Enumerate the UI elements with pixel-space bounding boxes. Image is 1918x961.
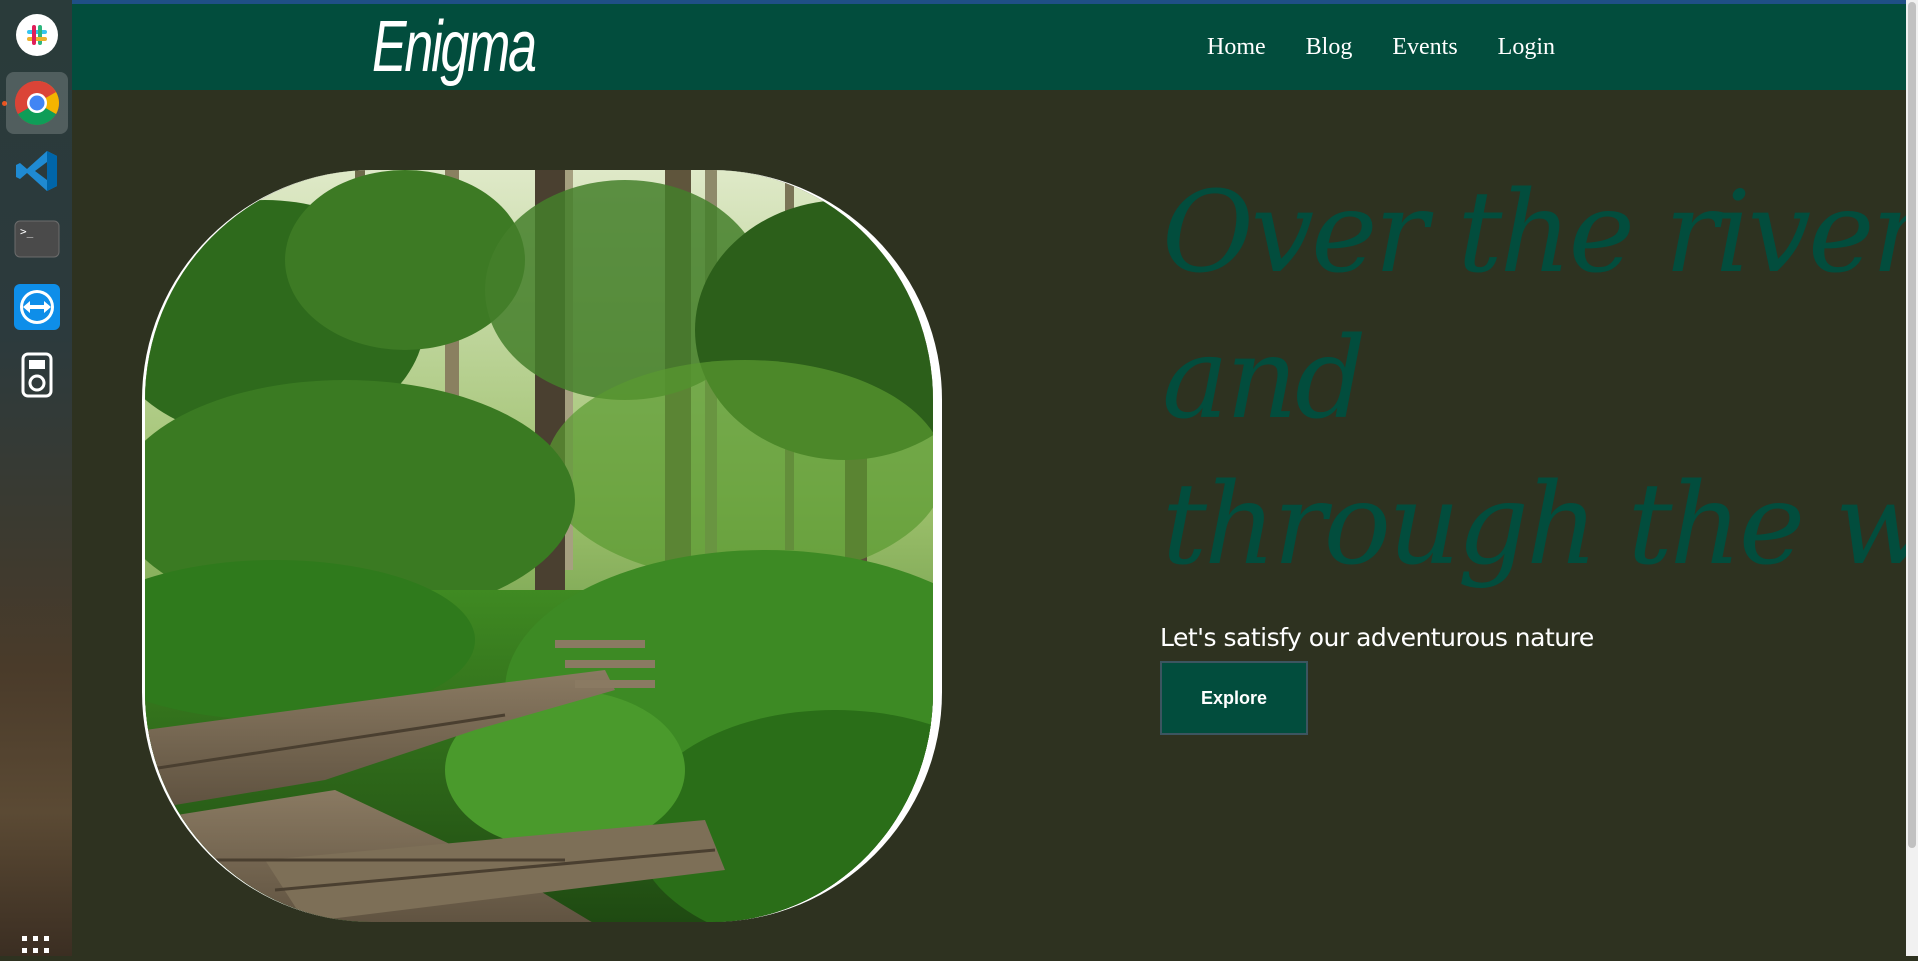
- ubuntu-dock: >_: [0, 0, 72, 956]
- ipod-icon: [21, 352, 53, 398]
- hero-image: [142, 170, 942, 922]
- show-applications-button[interactable]: [20, 934, 52, 956]
- nav-login-link[interactable]: Login: [1498, 31, 1555, 63]
- apps-grid-icon: [22, 936, 49, 953]
- web-page: Enigma Home Blog Events Login Over the r…: [72, 0, 1906, 956]
- dock-app-teamviewer[interactable]: [6, 276, 68, 338]
- terminal-icon: >_: [14, 220, 60, 258]
- navbar: Enigma Home Blog Events Login: [72, 4, 1906, 90]
- brand-logo[interactable]: Enigma: [372, 4, 537, 90]
- headline-line-1: Over the river: [1162, 168, 1906, 298]
- page-scrollbar[interactable]: [1906, 0, 1918, 956]
- headline-line-3: through the woods.: [1162, 460, 1906, 590]
- scrollbar-thumb[interactable]: [1908, 2, 1916, 848]
- dock-app-chrome[interactable]: [6, 72, 68, 134]
- svg-text:>_: >_: [20, 225, 34, 238]
- headline-line-2: and: [1162, 314, 1367, 444]
- dock-app-terminal[interactable]: >_: [6, 208, 68, 270]
- dock-app-slack[interactable]: [6, 4, 68, 66]
- hero-headline: Over the river and through the woods.: [1162, 160, 1906, 598]
- nav-blog-link[interactable]: Blog: [1306, 31, 1353, 63]
- main-nav: Home Blog Events Login: [1207, 31, 1555, 63]
- nav-events-link[interactable]: Events: [1392, 31, 1457, 63]
- dock-app-vscode[interactable]: [6, 140, 68, 202]
- chrome-icon: [15, 81, 59, 125]
- explore-button[interactable]: Explore: [1160, 661, 1308, 735]
- nav-home-link[interactable]: Home: [1207, 31, 1266, 63]
- hero-tagline: Let's satisfy our adventurous nature: [1160, 623, 1594, 652]
- dock-app-music-player[interactable]: [6, 344, 68, 406]
- slack-icon: [16, 14, 58, 56]
- forest-boardwalk-image: [145, 170, 933, 922]
- vscode-icon: [16, 151, 57, 191]
- teamviewer-icon: [14, 284, 60, 330]
